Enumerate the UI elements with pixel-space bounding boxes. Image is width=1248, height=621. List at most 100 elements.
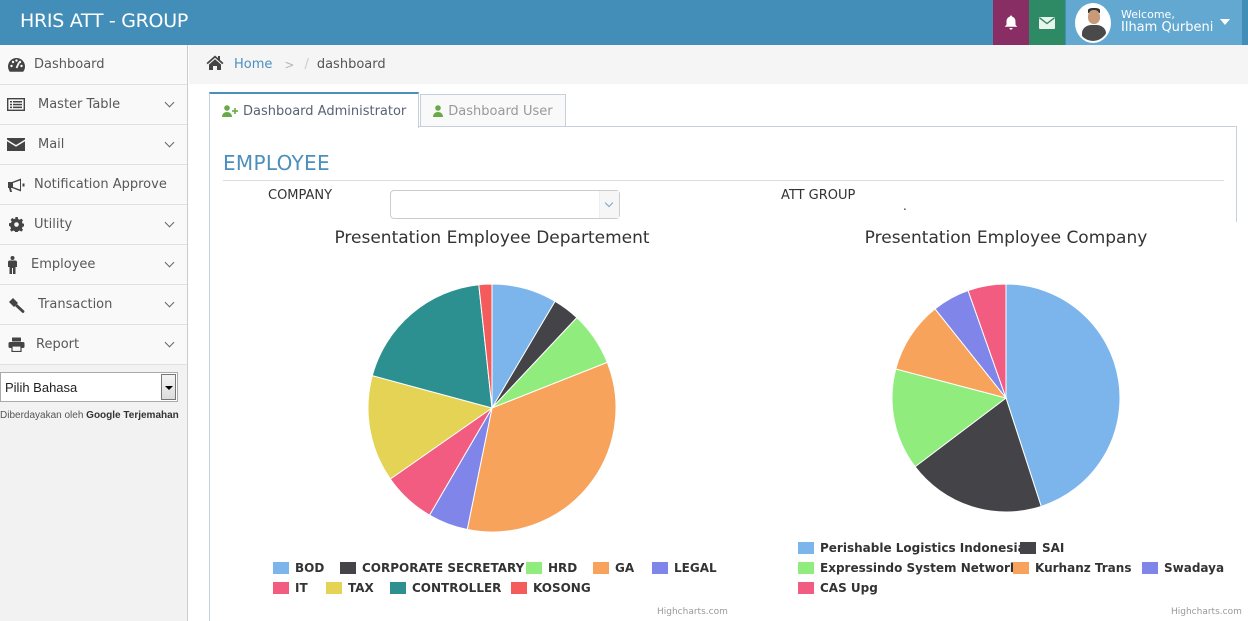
legend-swatch: [1142, 562, 1158, 574]
chevron-down-icon: [164, 137, 175, 148]
messages-button[interactable]: [1029, 0, 1065, 45]
chevron-down-icon: [164, 337, 175, 348]
legend-label: Kurhanz Trans: [1035, 561, 1132, 575]
sidebar-item-utility[interactable]: Utility: [0, 205, 187, 245]
chart-title-company: Presentation Employee Company: [864, 228, 1148, 248]
legend-swatch: [798, 542, 814, 554]
legend-swatch: [390, 582, 406, 594]
legend-label: Expressindo System Network: [820, 561, 1018, 575]
sidebar-item-label: Utility: [34, 217, 73, 232]
legend-label: BOD: [295, 561, 325, 575]
legend-item[interactable]: Swadaya: [1142, 561, 1224, 575]
chevron-down-icon: [164, 257, 175, 268]
legend-label: LEGAL: [674, 561, 717, 575]
user-icon: [433, 105, 444, 117]
language-select-value: Pilih Bahasa: [5, 379, 78, 395]
legend-label: CAS Upg: [820, 581, 878, 595]
breadcrumb-home-link[interactable]: Home: [234, 57, 272, 72]
legend-item[interactable]: HRD: [526, 561, 577, 575]
breadcrumb-separator: >: [284, 57, 295, 72]
legend-label: SAI: [1042, 541, 1065, 555]
legend-swatch: [593, 562, 609, 574]
tab-dashboard-administrator[interactable]: Dashboard Administrator: [209, 92, 420, 128]
sidebar-item-employee[interactable]: Employee: [0, 245, 187, 285]
sidebar-item-notification-approve[interactable]: Notification Approve: [0, 165, 187, 205]
chart-title-departement: Presentation Employee Departement: [334, 228, 650, 248]
legend-swatch: [340, 562, 356, 574]
tachometer-icon: [7, 58, 25, 72]
legend-swatch: [798, 582, 814, 594]
highcharts-credit-link[interactable]: Highcharts.com: [1171, 607, 1242, 617]
sidebar-item-label: Employee: [31, 257, 96, 272]
chevron-down-icon: [164, 97, 175, 108]
google-translate-credit: Diberdayakan oleh Google Terjemahan: [0, 410, 179, 421]
caret-down-icon: [1220, 19, 1230, 25]
sidebar-item-report[interactable]: Report: [0, 325, 187, 365]
sidebar: Dashboard Master Table Mail Notification…: [0, 45, 188, 621]
legend-swatch: [798, 562, 814, 574]
user-plus-icon: [222, 105, 238, 117]
tab-dashboard-user[interactable]: Dashboard User: [420, 94, 566, 127]
google-translate-link[interactable]: Google Terjemahan: [86, 410, 179, 421]
sidebar-item-label: Dashboard: [34, 57, 105, 72]
sidebar-item-transaction[interactable]: Transaction: [0, 285, 187, 325]
legend-item[interactable]: LEGAL: [652, 561, 717, 575]
att-group-value: .: [903, 199, 907, 213]
legend-item[interactable]: Perishable Logistics Indonesia: [798, 541, 1026, 555]
legend-swatch: [273, 582, 289, 594]
section-title: EMPLOYEE: [223, 151, 330, 175]
chevron-down-icon: [164, 297, 175, 308]
legend-item[interactable]: CORPORATE SECRETARY: [340, 561, 524, 575]
breadcrumb: Home > / dashboard: [189, 45, 1248, 84]
app-title[interactable]: HRIS ATT - GROUP: [20, 10, 188, 32]
legend-item[interactable]: CAS Upg: [798, 581, 878, 595]
legend-label: Perishable Logistics Indonesia: [820, 541, 1026, 555]
notifications-button[interactable]: [993, 0, 1029, 45]
bullhorn-icon: [8, 178, 25, 192]
language-select[interactable]: Pilih Bahasa: [0, 372, 178, 402]
print-icon: [8, 337, 24, 352]
sidebar-item-mail[interactable]: Mail: [0, 125, 187, 165]
legend-item[interactable]: SAI: [1020, 541, 1064, 555]
sidebar-item-label: Mail: [38, 137, 65, 152]
legend-label: GA: [615, 561, 635, 575]
legend-item[interactable]: Expressindo System Network: [798, 561, 1018, 575]
pie-chart-departement: [367, 283, 617, 533]
legend-item[interactable]: TAX: [326, 581, 374, 595]
gear-icon: [8, 217, 24, 232]
highcharts-credit-link[interactable]: Highcharts.com: [657, 607, 728, 617]
company-select[interactable]: [390, 190, 620, 219]
legend-item[interactable]: BOD: [273, 561, 324, 575]
legend-item[interactable]: CONTROLLER: [390, 581, 501, 595]
list-icon: [7, 98, 25, 111]
sidebar-item-master-table[interactable]: Master Table: [0, 85, 187, 125]
legend-swatch: [1020, 542, 1036, 554]
section-divider: [223, 180, 1224, 181]
legend-label: CORPORATE SECRETARY: [362, 561, 525, 575]
chevron-down-icon: [164, 217, 175, 228]
legend-swatch: [526, 562, 542, 574]
pie-chart-company: [891, 283, 1121, 513]
envelope-icon: [1039, 16, 1055, 29]
top-navbar: HRIS ATT - GROUP Welcome, Ilham Qurbeni: [0, 0, 1248, 45]
legend-item[interactable]: IT: [273, 581, 308, 595]
dropdown-arrow-icon[interactable]: [161, 374, 176, 400]
dashboard-tabs: Dashboard Administrator Dashboard User: [209, 92, 566, 128]
legend-label: HRD: [548, 561, 578, 575]
sidebar-item-dashboard[interactable]: Dashboard: [0, 45, 187, 85]
envelope-icon: [7, 138, 25, 151]
male-icon: [7, 255, 17, 274]
sidebar-item-label: Transaction: [38, 297, 113, 312]
home-icon: [206, 55, 224, 70]
breadcrumb-separator: /: [304, 57, 309, 72]
user-menu[interactable]: Welcome, Ilham Qurbeni: [1066, 0, 1242, 45]
user-name: Ilham Qurbeni: [1121, 20, 1214, 36]
legend-item[interactable]: GA: [593, 561, 634, 575]
legend-label: KOSONG: [533, 581, 591, 595]
legend-item[interactable]: KOSONG: [511, 581, 591, 595]
legend-item[interactable]: Kurhanz Trans: [1013, 561, 1131, 575]
chevron-down-icon: [599, 191, 619, 218]
tab-label: Dashboard User: [448, 103, 553, 119]
legend-swatch: [326, 582, 342, 594]
avatar: [1075, 2, 1111, 43]
